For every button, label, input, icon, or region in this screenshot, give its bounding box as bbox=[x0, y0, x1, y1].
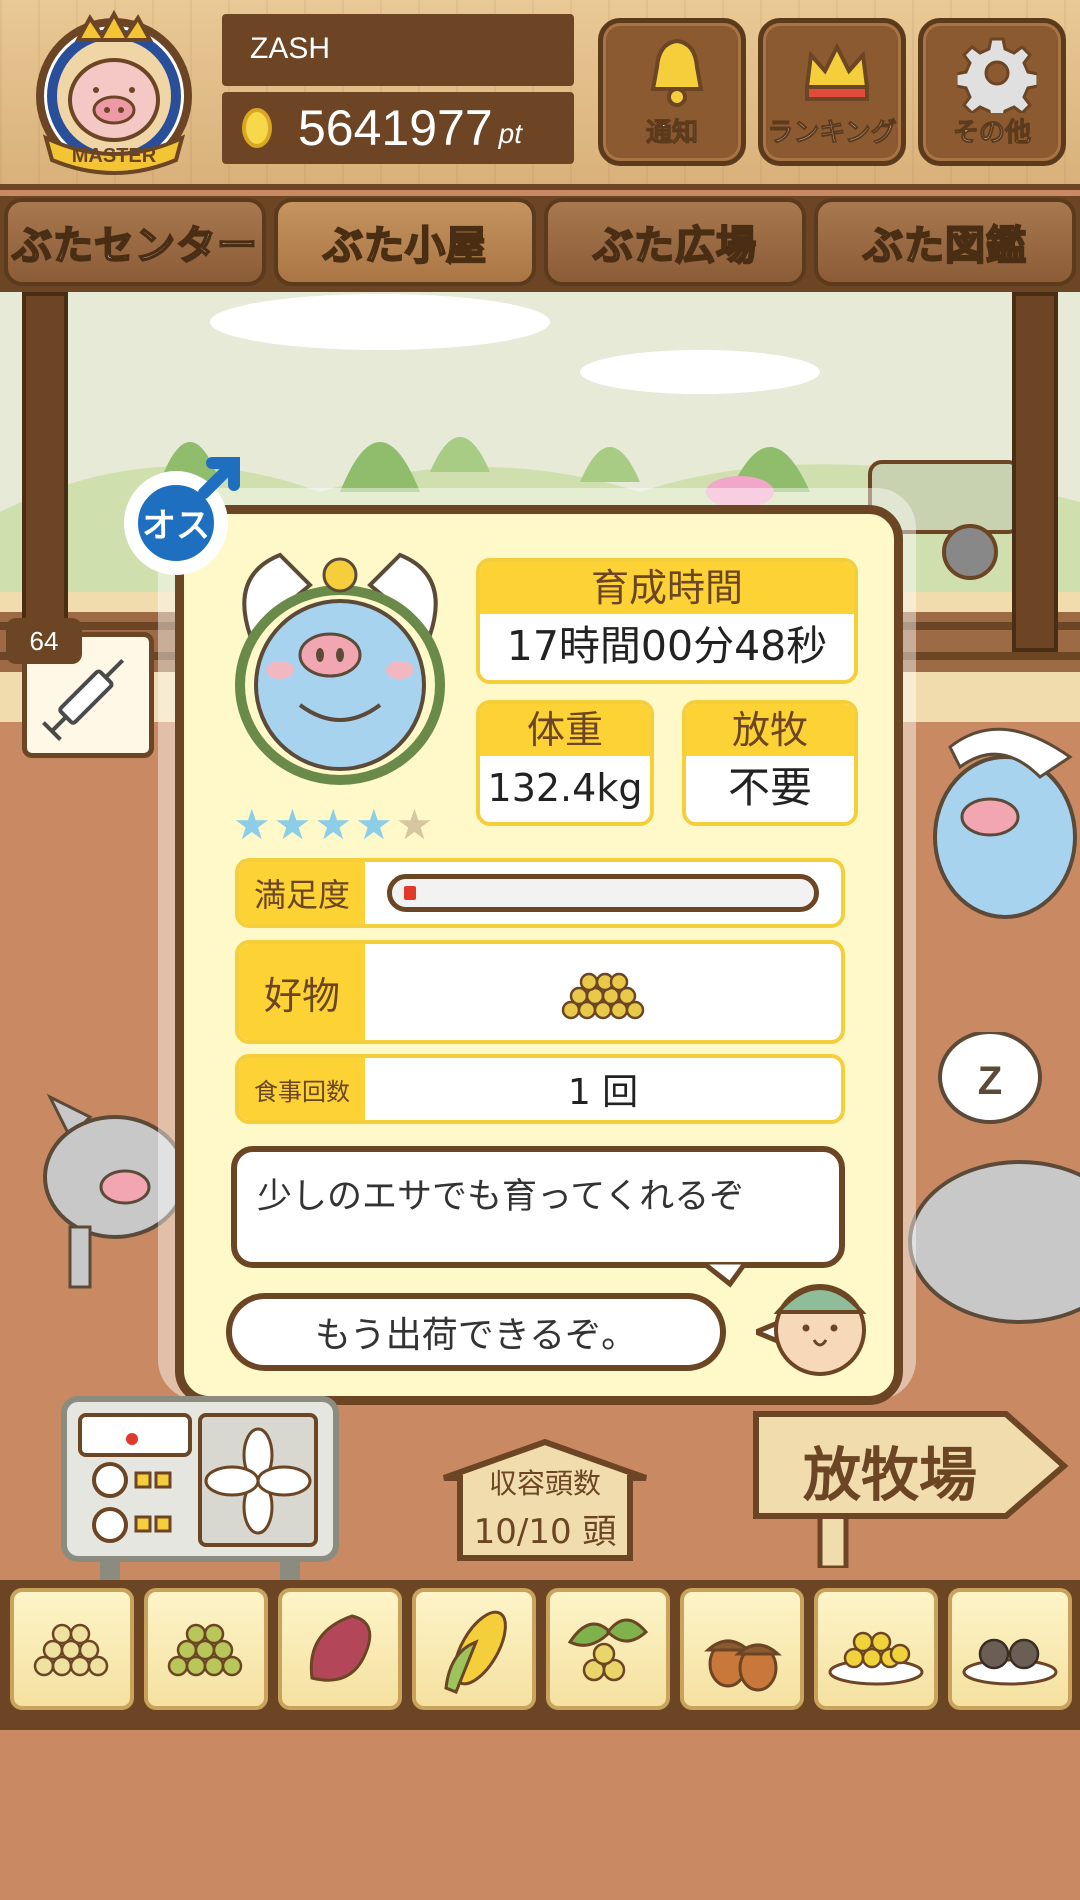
farmer-icon bbox=[756, 1284, 867, 1376]
food-slot-green-grain[interactable] bbox=[144, 1588, 268, 1710]
other-label: その他 bbox=[952, 118, 1031, 149]
star-empty-icon: ★ bbox=[395, 800, 434, 849]
points-display: 5641977 pt bbox=[222, 92, 574, 164]
bell-icon bbox=[650, 38, 704, 107]
food-slot-acorn[interactable] bbox=[680, 1588, 804, 1710]
farmer-speech-text: もう出荷できるぞ。 bbox=[314, 1315, 638, 1356]
graze-label: 放牧 bbox=[686, 704, 854, 756]
crown-icon bbox=[804, 42, 870, 101]
food-slot-corn[interactable] bbox=[412, 1588, 536, 1710]
injection-count: 64 bbox=[6, 618, 82, 664]
svg-text:MASTER: MASTER bbox=[72, 145, 157, 167]
top-bar: MASTER ZASH 5641977 pt 通知 ランキング その他 bbox=[0, 0, 1080, 190]
pig-comment-text: 少しのエサでも育ってくれるぞ bbox=[257, 1177, 745, 1217]
player-name: ZASH bbox=[222, 14, 574, 86]
pig-comment-bubble: 少しのエサでも育ってくれるぞ bbox=[231, 1146, 845, 1268]
favorite-food-label: 好物 bbox=[239, 944, 365, 1040]
food-slot-grain[interactable] bbox=[10, 1588, 134, 1710]
sleeping-pig-icon: Z bbox=[908, 1032, 1080, 1324]
capacity-value: 10/10 頭 bbox=[473, 1512, 617, 1552]
farmer-speech-bubble: もう出荷できるぞ。 bbox=[226, 1293, 726, 1371]
star-filled-icon: ★ bbox=[273, 800, 312, 849]
dark-balls-plate-icon bbox=[962, 1638, 1058, 1686]
food-slot-grain-plate[interactable] bbox=[814, 1588, 938, 1710]
satisfaction-row: 満足度 bbox=[235, 858, 845, 928]
star-filled-icon: ★ bbox=[354, 800, 393, 849]
leaf-beans-icon bbox=[567, 1618, 649, 1682]
corn-icon bbox=[444, 1610, 507, 1694]
weight-box: 体重 132.4kg bbox=[476, 700, 654, 826]
satisfaction-label: 満足度 bbox=[239, 862, 365, 924]
satisfaction-gauge bbox=[387, 874, 819, 912]
tab-buta-center[interactable]: ぶたセンター bbox=[4, 198, 266, 286]
rarity-stars: ★ ★ ★ ★ ★ bbox=[233, 800, 433, 849]
grain-pile-icon bbox=[33, 1623, 109, 1677]
background-pig-icon bbox=[933, 727, 1077, 919]
grain-pile-icon bbox=[561, 972, 645, 1020]
points-unit: pt bbox=[498, 118, 523, 149]
tab-buta-zukan[interactable]: ぶた図鑑 bbox=[814, 198, 1076, 286]
gear-icon bbox=[957, 37, 1037, 113]
green-grain-icon bbox=[167, 1623, 243, 1677]
svg-text:オス: オス bbox=[142, 506, 210, 546]
weight-value: 132.4kg bbox=[487, 766, 643, 810]
satisfaction-gauge-fill bbox=[404, 886, 416, 900]
main-tabs: ぶたセンター ぶた小屋 ぶた広場 ぶた図鑑 bbox=[0, 196, 1080, 292]
raise-time-value: 17時間00分48秒 bbox=[506, 622, 828, 670]
food-slot-dark-balls[interactable] bbox=[948, 1588, 1072, 1710]
meal-count-value: 1 回 bbox=[567, 1072, 639, 1113]
points-value: 5641977 bbox=[298, 100, 493, 156]
food-selection-bar bbox=[0, 1580, 1080, 1730]
ranking-label: ランキング bbox=[767, 118, 897, 149]
grain-plate-icon bbox=[828, 1631, 924, 1686]
acorn-icon bbox=[704, 1639, 782, 1692]
notification-label: 通知 bbox=[645, 118, 698, 149]
star-filled-icon: ★ bbox=[233, 800, 271, 849]
coin-icon bbox=[242, 108, 272, 148]
sweet-potato-icon bbox=[309, 1614, 372, 1682]
raise-time-label: 育成時間 bbox=[480, 562, 854, 614]
pasture-sign-button[interactable]: 放牧場 bbox=[750, 1408, 1070, 1568]
favorite-food-row: 好物 bbox=[235, 940, 845, 1044]
food-slot-sweet-potato[interactable] bbox=[278, 1588, 402, 1710]
food-slot-leaf-beans[interactable] bbox=[546, 1588, 670, 1710]
svg-text:Z: Z bbox=[978, 1059, 1002, 1103]
meal-count-label: 食事回数 bbox=[239, 1058, 365, 1120]
graze-box: 放牧 不要 bbox=[682, 700, 858, 826]
tab-buta-koya[interactable]: ぶた小屋 bbox=[274, 198, 536, 286]
meal-count-row: 食事回数 1 回 bbox=[235, 1054, 845, 1124]
pasture-sign-label: 放牧場 bbox=[802, 1441, 977, 1509]
graze-value: 不要 bbox=[727, 763, 812, 812]
environment-control-panel[interactable] bbox=[60, 1395, 340, 1595]
ranking-button[interactable]: ランキング bbox=[758, 18, 906, 166]
tab-buta-hiroba[interactable]: ぶた広場 bbox=[544, 198, 806, 286]
star-filled-icon: ★ bbox=[314, 800, 352, 849]
notification-button[interactable]: 通知 bbox=[598, 18, 746, 166]
capacity-sign: 収容頭数 10/10 頭 bbox=[440, 1438, 650, 1562]
raise-time-box: 育成時間 17時間00分48秒 bbox=[476, 558, 858, 684]
pig-portrait bbox=[235, 552, 445, 785]
master-badge-icon[interactable]: MASTER bbox=[26, 10, 202, 178]
weight-label: 体重 bbox=[480, 704, 650, 756]
other-button[interactable]: その他 bbox=[918, 18, 1066, 166]
capacity-label: 収容頭数 bbox=[488, 1467, 601, 1500]
